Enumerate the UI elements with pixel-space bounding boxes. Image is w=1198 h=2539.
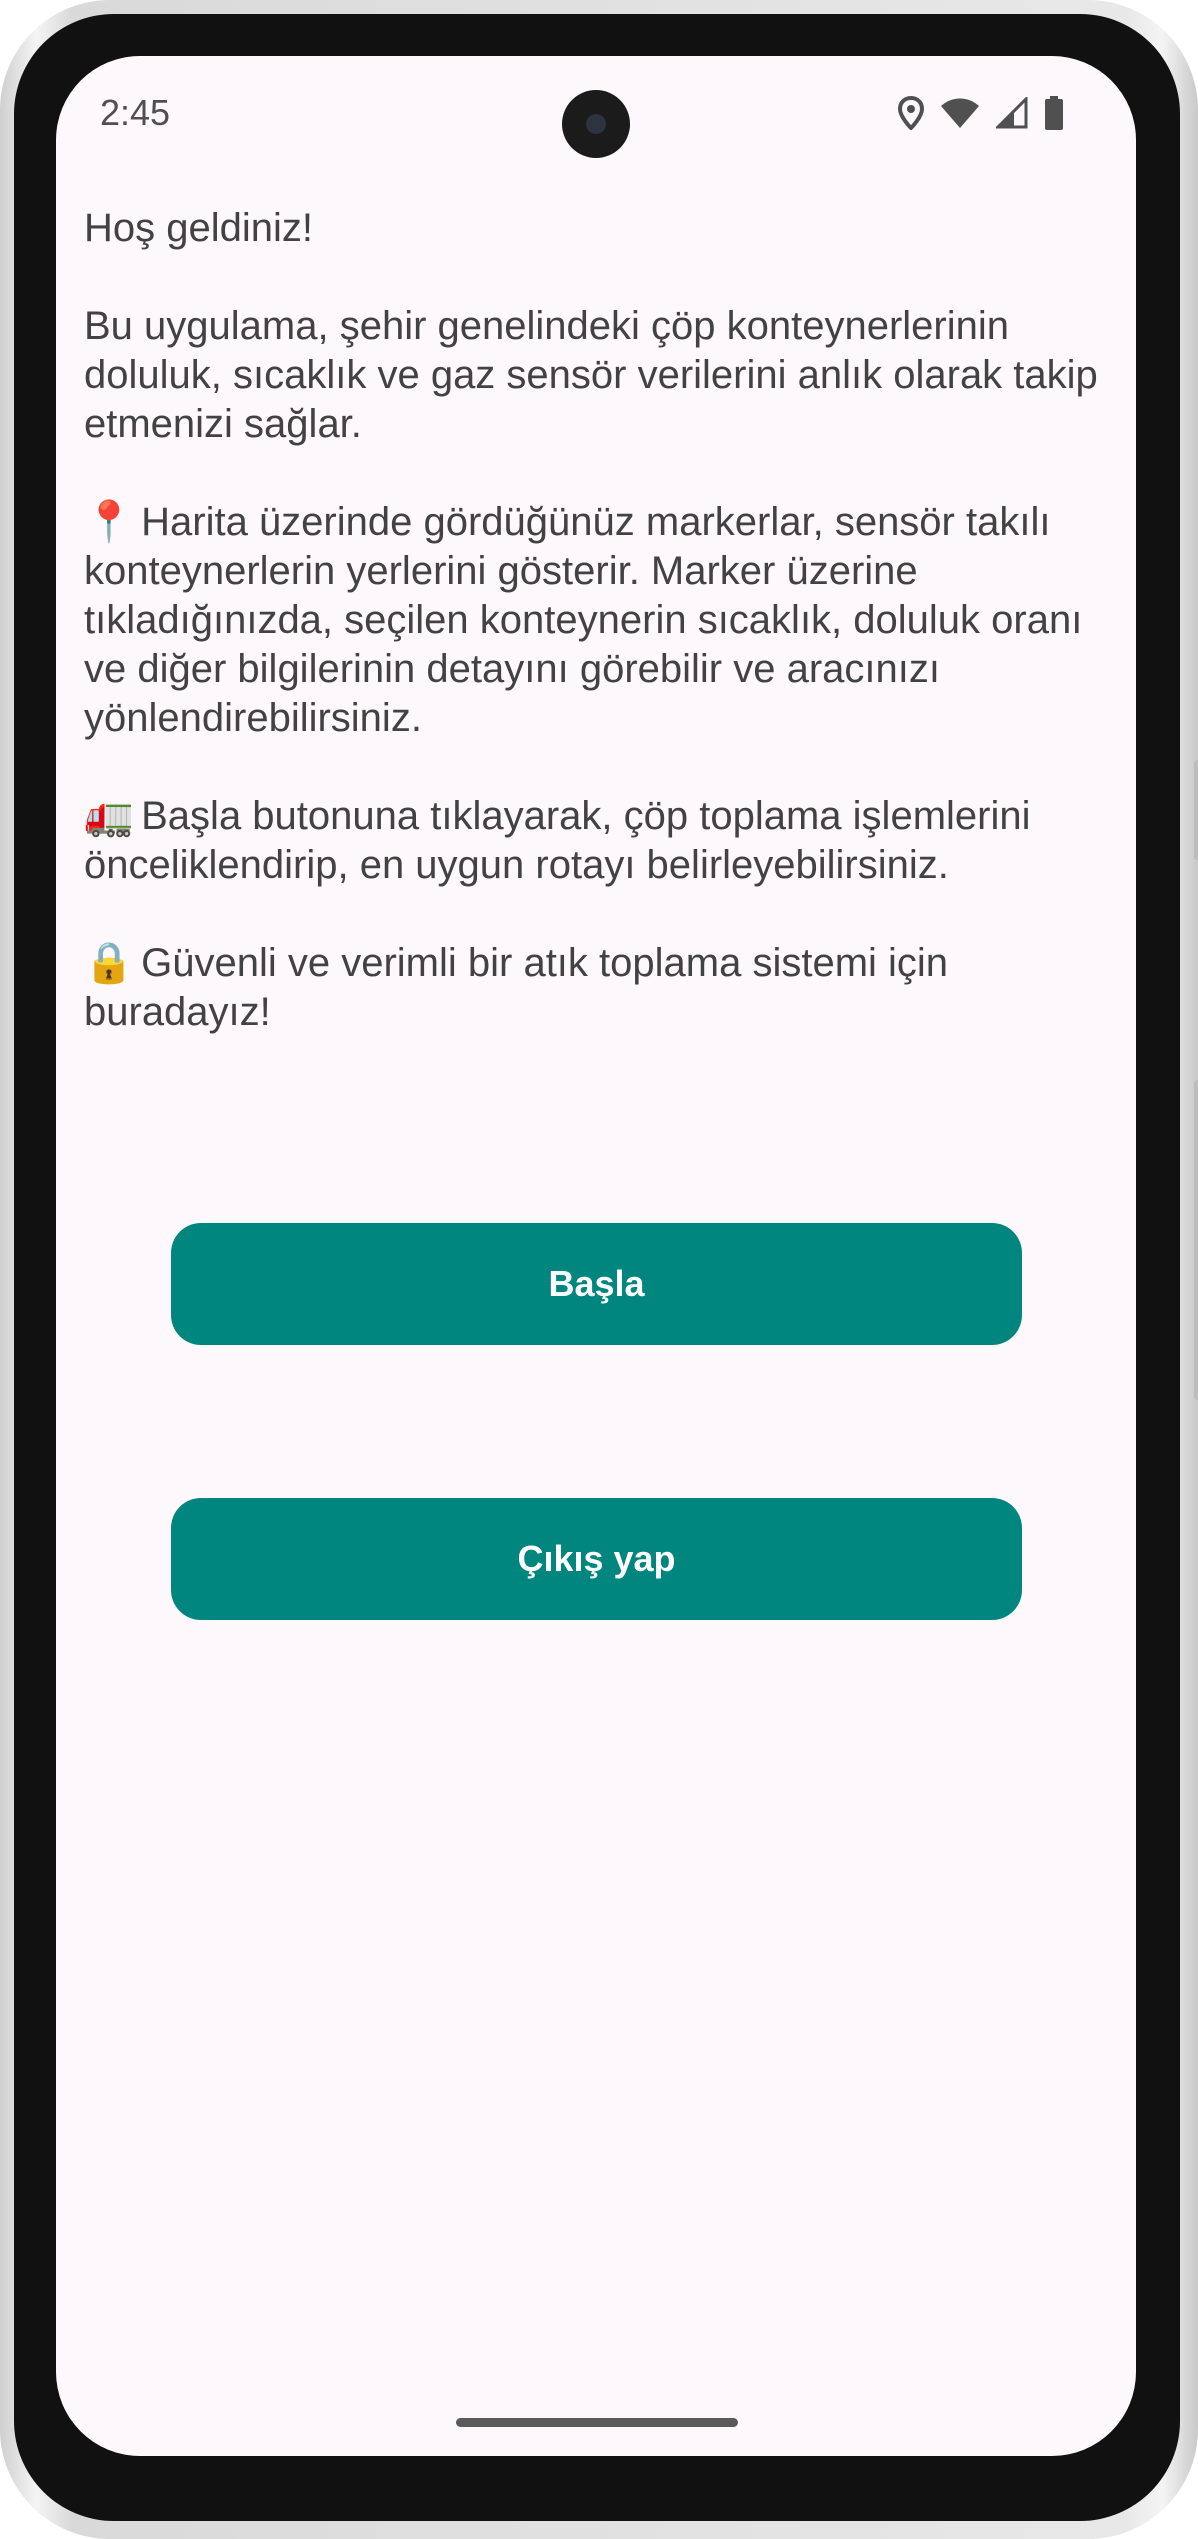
map-info: 📍 Harita üzerinde gördüğünüz markerlar, … (84, 498, 1108, 743)
start-info: 🚛 Başla butonuna tıklayarak, çöp toplama… (84, 792, 1108, 890)
welcome-text-block: Hoş geldiniz! Bu uygulama, şehir genelin… (84, 204, 1108, 1037)
security-info-text: Güvenli ve verimli bir atık toplama sist… (84, 941, 949, 1034)
pin-icon: 📍 (84, 500, 134, 544)
power-button (1194, 760, 1198, 860)
home-indicator[interactable] (456, 2418, 738, 2427)
location-icon (898, 96, 924, 130)
lock-icon: 🔒 (84, 941, 134, 985)
logout-button[interactable]: Çıkış yap (171, 1498, 1022, 1620)
intro-text: Bu uygulama, şehir genelindeki çöp konte… (84, 304, 1098, 446)
wifi-icon (940, 97, 980, 129)
volume-button (1194, 1080, 1198, 1400)
truck-icon: 🚛 (84, 794, 134, 838)
start-info-text: Başla butonuna tıklayarak, çöp toplama i… (84, 794, 1031, 887)
map-info-text: Harita üzerinde gördüğünüz markerlar, se… (84, 500, 1083, 740)
security-info: 🔒 Güvenli ve verimli bir atık toplama si… (84, 939, 1108, 1037)
start-button[interactable]: Başla (171, 1223, 1022, 1345)
status-time: 2:45 (100, 92, 171, 133)
front-camera (562, 90, 630, 158)
greeting-text: Hoş geldiniz! (84, 206, 314, 250)
status-icons (898, 96, 1064, 130)
signal-icon (996, 97, 1028, 129)
screen: 2:45 Hoş geldiniz! Bu uygulama, şehir ge… (56, 56, 1136, 2456)
status-bar: 2:45 (56, 56, 1136, 176)
phone-frame: 2:45 Hoş geldiniz! Bu uygulama, şehir ge… (0, 0, 1198, 2539)
battery-icon (1044, 96, 1064, 130)
